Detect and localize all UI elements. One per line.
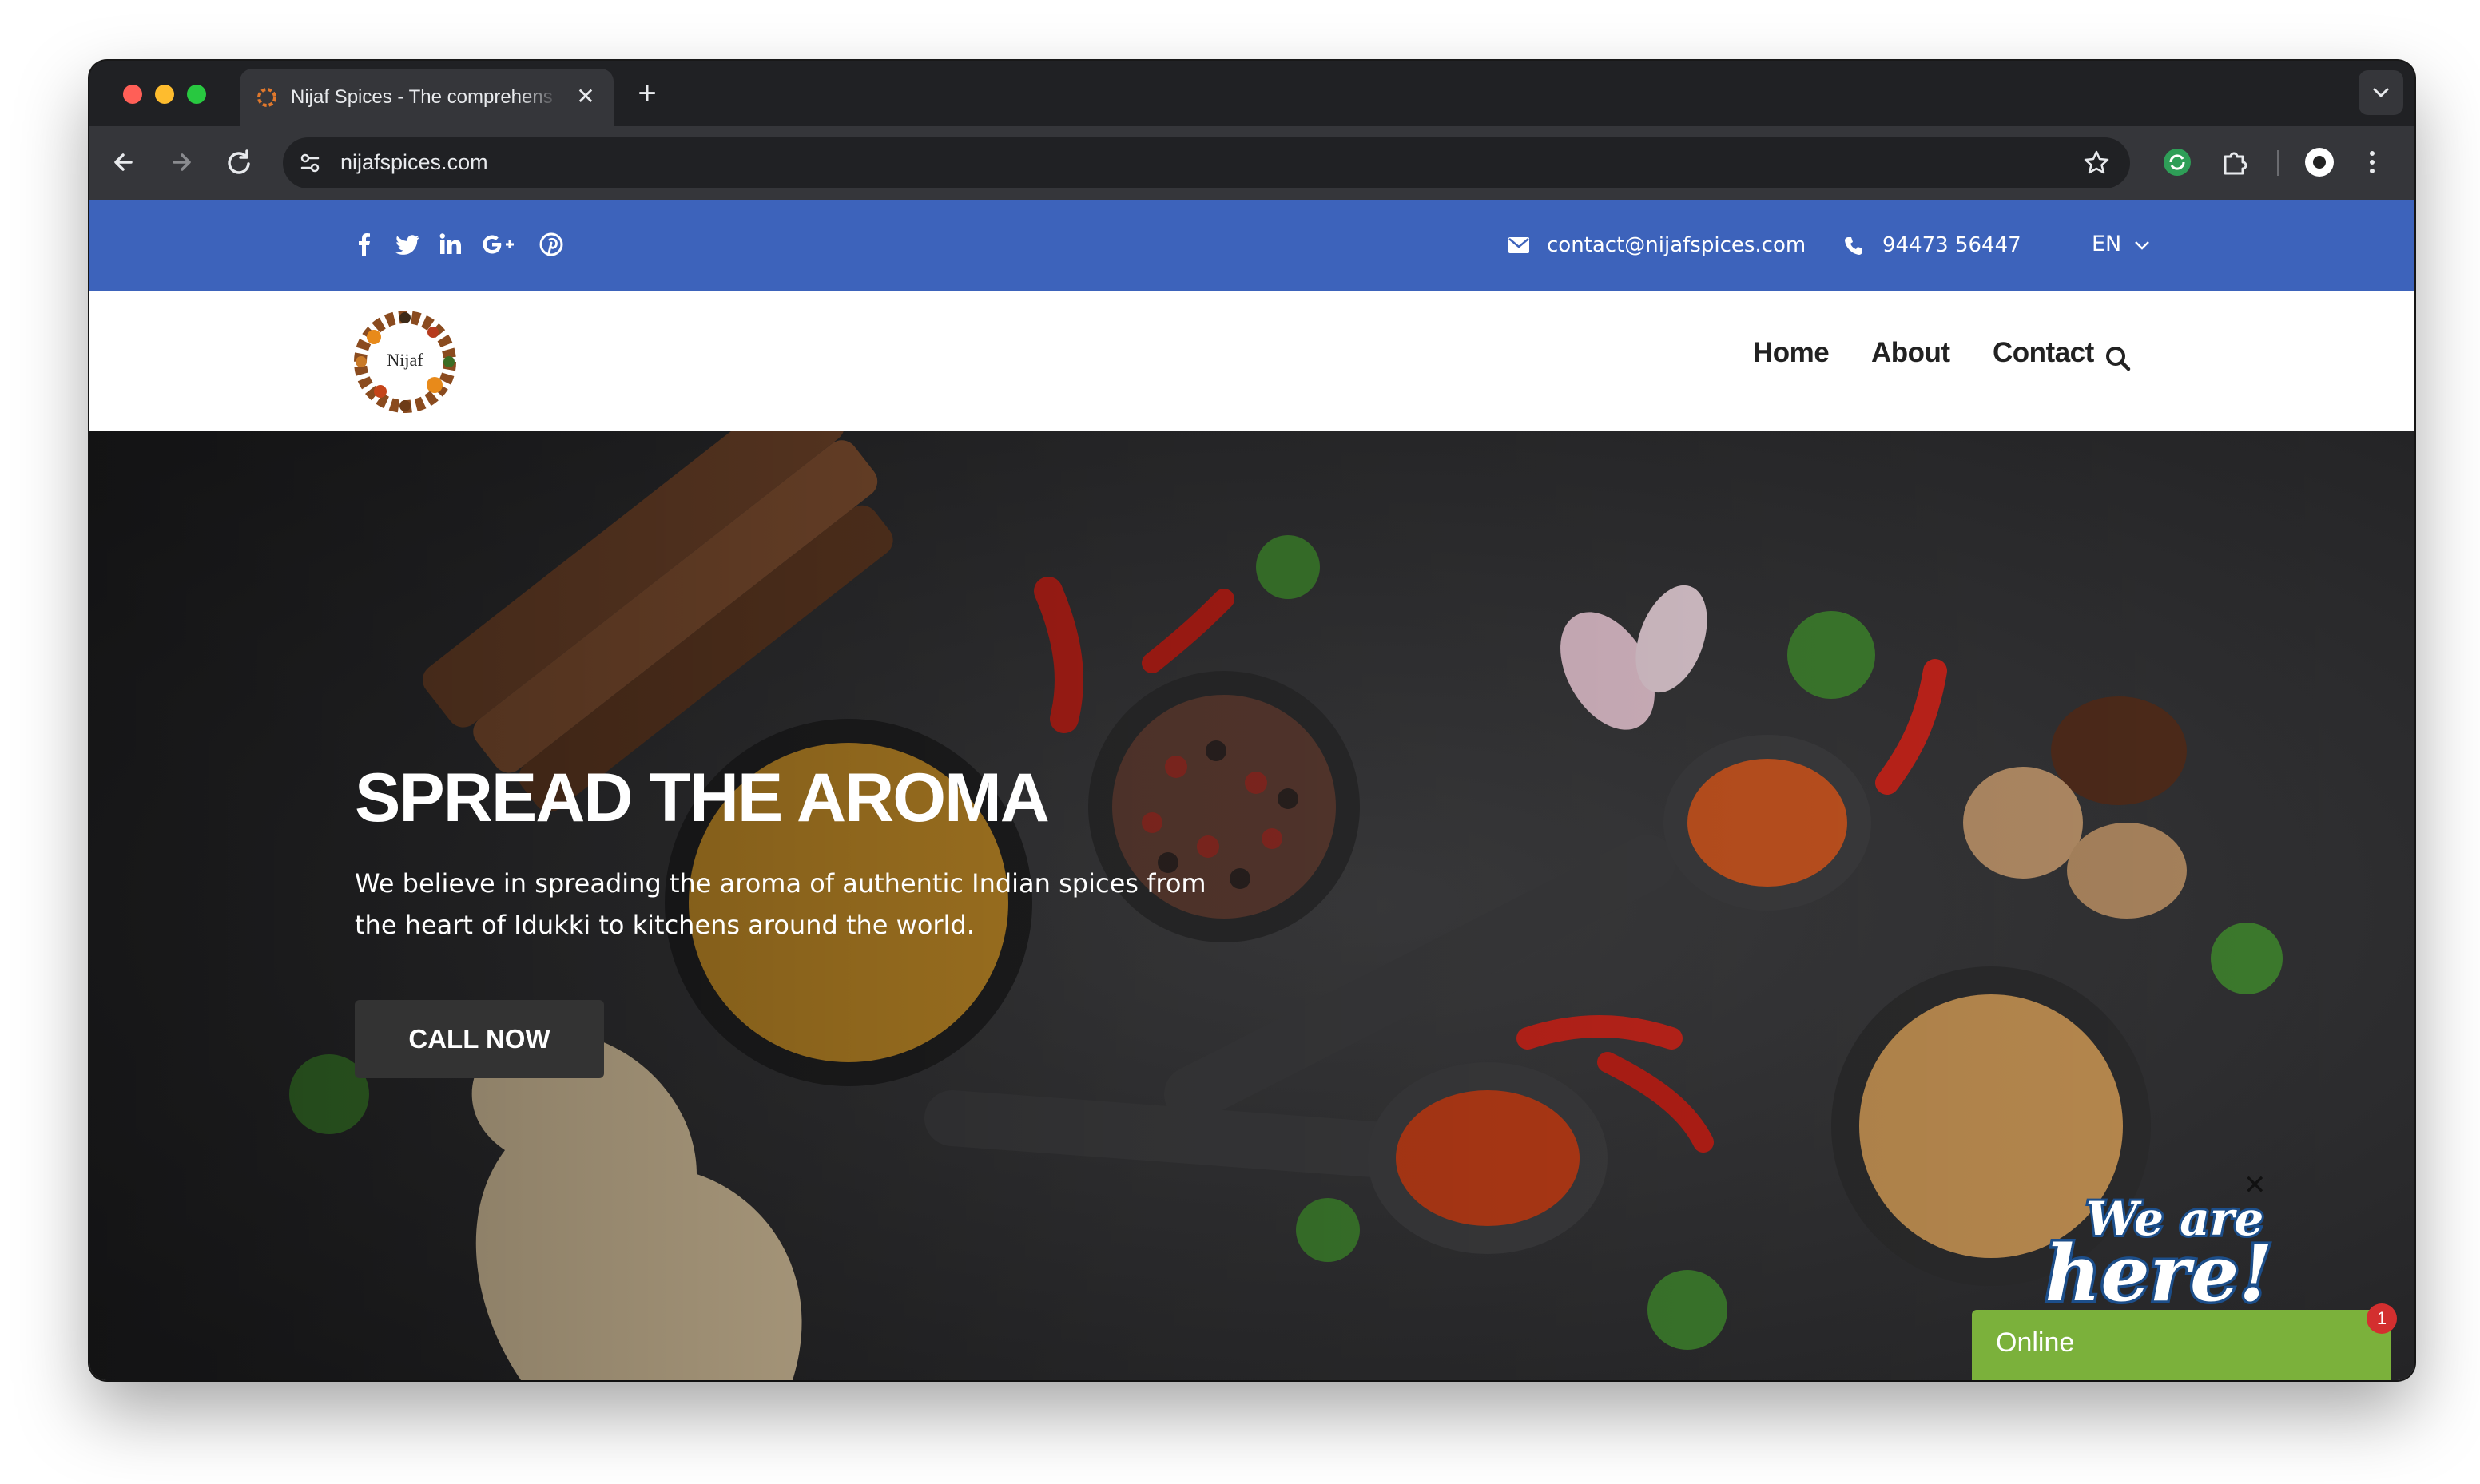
svg-text:here!: here!	[2045, 1228, 2273, 1308]
url-text[interactable]: nijafspices.com	[340, 150, 488, 175]
bookmark-star-icon[interactable]	[2081, 147, 2112, 179]
twitter-icon[interactable]	[393, 230, 422, 259]
tab-title-fade	[519, 81, 559, 113]
hero-banner: SPREAD THE AROMA We believe in spreading…	[89, 431, 2414, 1380]
nav-about[interactable]: About	[1871, 337, 1950, 369]
chat-widget-bar[interactable]: Online	[1972, 1310, 2391, 1380]
envelope-icon	[1508, 237, 1529, 253]
web-page: contact@nijafspices.com 94473 56447 EN N…	[89, 200, 2414, 1380]
language-label: EN	[2092, 232, 2122, 256]
reload-icon[interactable]	[221, 144, 257, 181]
extension-refresh-icon[interactable]	[2160, 145, 2194, 179]
email-text[interactable]: contact@nijafspices.com	[1547, 233, 1806, 257]
favicon-icon	[257, 88, 276, 107]
new-tab-button[interactable]: +	[631, 77, 663, 110]
tab-strip: Nijaf Spices - The comprehensive ✕ +	[89, 61, 2414, 126]
main-navbar: Nijaf Home About Contact	[89, 291, 2414, 431]
profile-avatar-icon[interactable]	[2303, 145, 2336, 179]
pinterest-icon[interactable]	[537, 230, 566, 259]
tab-close-icon[interactable]: ✕	[574, 85, 598, 109]
phone-text[interactable]: 94473 56447	[1882, 233, 2021, 257]
maximize-window-button[interactable]	[187, 85, 206, 104]
site-settings-icon[interactable]	[296, 149, 324, 177]
back-icon[interactable]	[105, 144, 142, 181]
forward-icon[interactable]	[163, 144, 200, 181]
language-selector[interactable]: EN	[2092, 232, 2151, 256]
chat-notification-badge: 1	[2367, 1303, 2397, 1334]
address-bar[interactable]: nijafspices.com	[283, 137, 2130, 188]
extensions-puzzle-icon[interactable]	[2218, 145, 2251, 179]
toolbar-separator	[2277, 150, 2279, 176]
chat-status-label: Online	[1996, 1327, 2075, 1358]
tab-search-button[interactable]	[2359, 70, 2403, 115]
nijaf-logo[interactable]: Nijaf	[352, 308, 459, 415]
google-plus-icon[interactable]	[481, 230, 518, 259]
nav-home[interactable]: Home	[1753, 337, 1830, 369]
linkedin-icon[interactable]	[436, 230, 465, 259]
tab-title: Nijaf Spices - The comprehensive	[291, 86, 554, 108]
browser-toolbar: nijafspices.com	[89, 126, 2414, 200]
hero-title: SPREAD THE AROMA	[355, 760, 1050, 836]
hero-description: We believe in spreading the aroma of aut…	[355, 868, 1206, 940]
chevron-down-icon	[2373, 88, 2389, 98]
facebook-icon[interactable]	[350, 230, 379, 259]
call-now-button[interactable]: CALL NOW	[355, 1000, 604, 1078]
svg-text:Nijaf: Nijaf	[387, 350, 423, 370]
browser-tab[interactable]: Nijaf Spices - The comprehensive ✕	[240, 69, 614, 126]
minimize-window-button[interactable]	[155, 85, 174, 104]
chat-greeting-bubble[interactable]: We are here!	[2039, 1188, 2311, 1308]
nav-contact[interactable]: Contact	[1993, 337, 2094, 369]
contact-topbar: contact@nijafspices.com 94473 56447 EN	[89, 200, 2414, 291]
browser-menu-icon[interactable]	[2355, 145, 2389, 179]
search-icon[interactable]	[2103, 343, 2133, 374]
close-window-button[interactable]	[123, 85, 142, 104]
phone-icon	[1845, 237, 1862, 255]
browser-window: Nijaf Spices - The comprehensive ✕ + nij…	[89, 61, 2414, 1380]
chevron-down-icon	[2134, 241, 2149, 250]
